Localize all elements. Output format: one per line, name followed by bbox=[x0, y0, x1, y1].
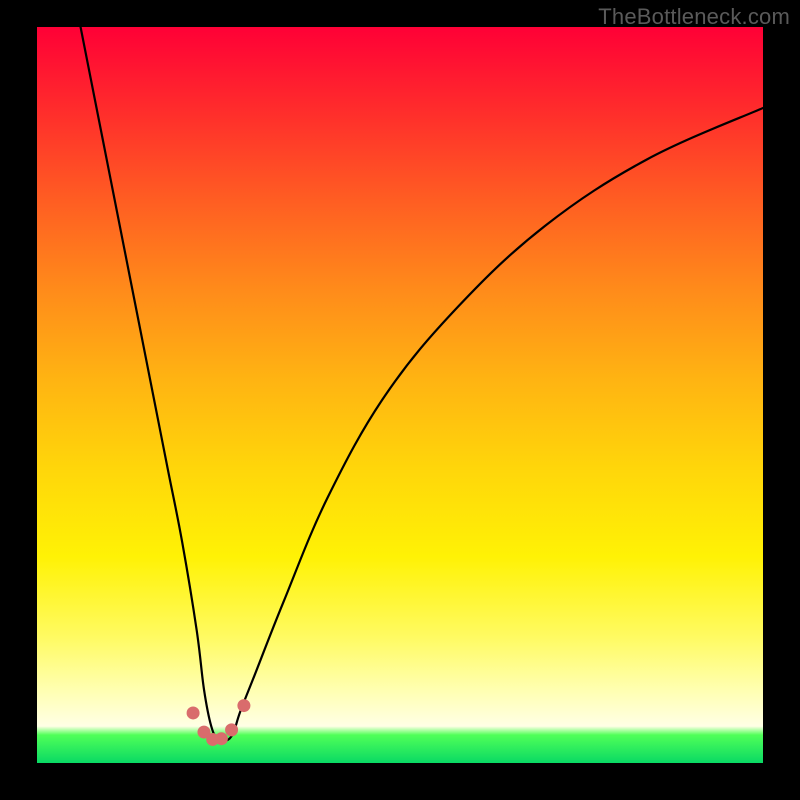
highlight-dot bbox=[225, 723, 238, 736]
chart-frame: TheBottleneck.com bbox=[0, 0, 800, 800]
highlight-dot bbox=[237, 699, 250, 712]
highlight-dots bbox=[37, 27, 763, 763]
watermark-label: TheBottleneck.com bbox=[598, 4, 790, 30]
highlight-dot bbox=[215, 732, 228, 745]
plot-area bbox=[37, 27, 763, 763]
highlight-dot bbox=[187, 706, 200, 719]
